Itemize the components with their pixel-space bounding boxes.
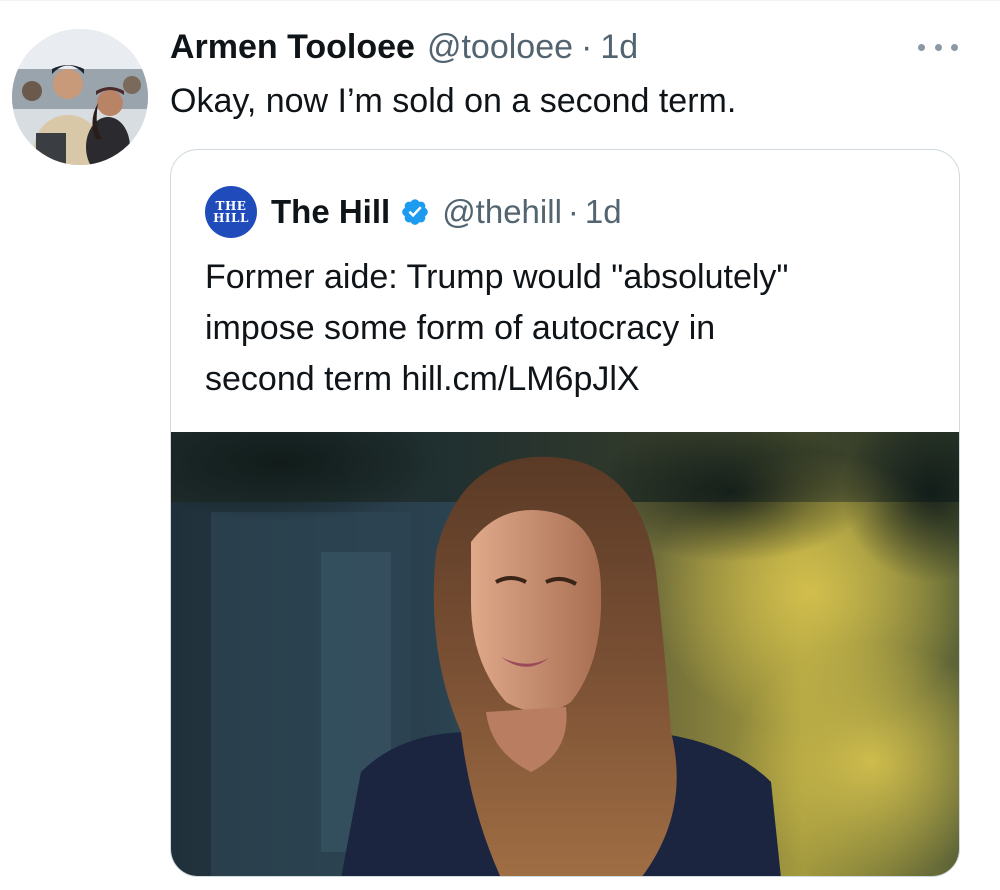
- news-photo: [171, 432, 959, 876]
- quote-header: THE HILL The Hill @thehill · 1d: [205, 186, 622, 238]
- tweet-time[interactable]: 1d: [600, 25, 638, 69]
- quote-text: Former aide: Trump would "absolutely" im…: [205, 252, 925, 405]
- quote-author-handle[interactable]: @thehill: [442, 190, 562, 234]
- the-hill-logo[interactable]: THE HILL: [205, 186, 257, 238]
- author-avatar[interactable]: [12, 29, 148, 165]
- author-handle[interactable]: @tooloee: [427, 25, 573, 69]
- more-horizontal-icon[interactable]: [918, 37, 958, 57]
- tweet-header: Armen Tooloee @tooloee · 1d: [170, 25, 638, 69]
- logo-line: HILL: [213, 211, 249, 225]
- quote-time[interactable]: 1d: [585, 190, 622, 234]
- separator-dot: ·: [567, 193, 579, 230]
- tweet-text: Okay, now I’m sold on a second term.: [170, 82, 737, 120]
- quote-author-name[interactable]: The Hill: [271, 190, 390, 234]
- author-name[interactable]: Armen Tooloee: [170, 25, 415, 69]
- quote-media-image[interactable]: [171, 432, 959, 876]
- quote-tweet-card[interactable]: THE HILL The Hill @thehill · 1d Former a…: [170, 149, 960, 877]
- quote-text-line[interactable]: impose some form of autocracy in: [205, 303, 925, 354]
- quote-text-line: Former aide: Trump would "absolutely": [205, 258, 789, 296]
- quote-text-line[interactable]: second term hill.cm/LM6pJlX: [205, 354, 925, 405]
- avatar-photo: [12, 29, 148, 165]
- verified-badge-icon: [402, 199, 428, 225]
- separator-dot: ·: [581, 28, 593, 66]
- tweet[interactable]: Armen Tooloee @tooloee · 1d Okay, now I’…: [0, 0, 1000, 890]
